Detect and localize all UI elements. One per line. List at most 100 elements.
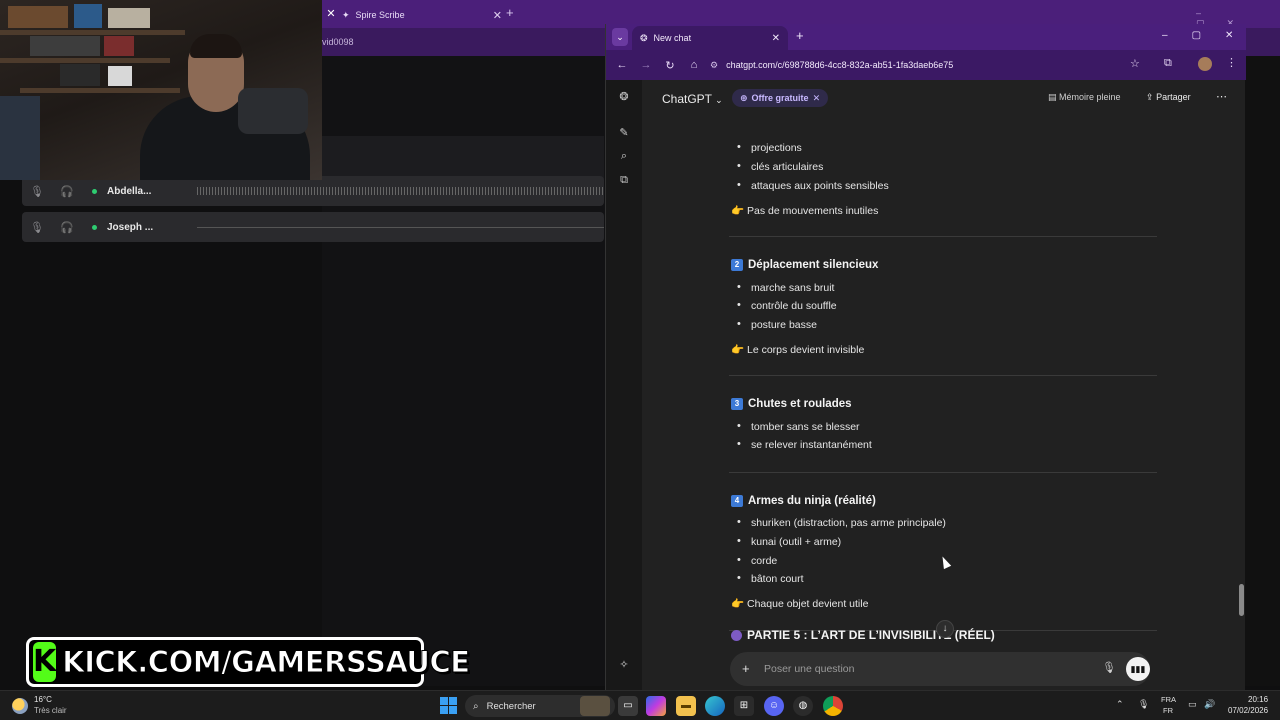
close-icon[interactable]: ✕ xyxy=(1225,30,1233,41)
start-button[interactable] xyxy=(440,697,457,714)
background-tab-close-icon[interactable]: ✕ xyxy=(493,9,502,22)
keycap-number-icon: 3 xyxy=(731,398,743,410)
list-item: clés articulaires xyxy=(737,160,823,173)
maximize-icon[interactable]: ▢ xyxy=(1192,30,1201,41)
webcam-feed xyxy=(0,0,322,180)
tab-close-icon[interactable]: ✕ xyxy=(772,33,780,44)
list-item: tomber sans se blesser xyxy=(737,420,860,433)
note-text: Pas de mouvements inutiles xyxy=(747,205,879,217)
new-chat-icon[interactable]: ✎ xyxy=(616,126,632,142)
list-item: corde xyxy=(737,554,777,567)
openai-logo-icon[interactable]: ❂ xyxy=(616,90,632,106)
scroll-to-bottom-button[interactable]: ↓ xyxy=(936,620,954,638)
divider xyxy=(729,375,1157,376)
chat-message: projections clés articulaires attaques a… xyxy=(642,118,1232,648)
copilot-icon[interactable] xyxy=(646,696,666,716)
scrollbar-thumb[interactable] xyxy=(1239,584,1244,616)
attach-plus-icon[interactable]: + xyxy=(742,661,750,676)
share-label: Partager xyxy=(1156,92,1191,102)
weather-icon[interactable] xyxy=(12,698,28,714)
list-item: posture basse xyxy=(737,318,817,331)
list-item: se relever instantanément xyxy=(737,438,872,451)
microphone-muted-icon[interactable]: 🎙 xyxy=(22,221,52,234)
openai-icon: ❂ xyxy=(640,32,648,43)
chat-input-field[interactable]: Poser une question xyxy=(764,663,854,675)
voice-participant-row[interactable]: 🎙 🎧 Abdella... xyxy=(22,176,604,206)
divider xyxy=(729,236,1157,237)
background-tab[interactable]: ✦ Spire Scribe ✕ xyxy=(342,4,502,26)
tab-new-chat[interactable]: ❂ New chat ✕ xyxy=(632,26,788,50)
discord-icon[interactable]: ☺ xyxy=(764,696,784,716)
library-icon[interactable]: ⧉ xyxy=(616,174,632,190)
microphone-tray-icon[interactable]: 🎙 xyxy=(1138,699,1149,710)
sparkle-icon[interactable]: ✧ xyxy=(616,658,632,674)
forward-icon[interactable]: → xyxy=(634,59,658,71)
audio-waveform xyxy=(197,226,604,228)
show-hidden-icons[interactable]: ⌃ xyxy=(1116,699,1124,710)
pointing-hand-icon: 👉 xyxy=(731,205,745,217)
dictate-mic-icon[interactable]: 🎙 xyxy=(1102,661,1116,674)
browser-menu-icon[interactable]: ⋮ xyxy=(1226,56,1237,69)
chrome-icon[interactable] xyxy=(823,696,843,716)
address-bar[interactable]: ⚙ chatgpt.com/c/698788d6-4cc8-832a-ab51-… xyxy=(710,55,1142,75)
back-icon[interactable]: ← xyxy=(610,59,634,71)
home-icon[interactable]: ⌂ xyxy=(682,59,706,71)
voice-mode-button[interactable]: ▮▮▮ xyxy=(1126,657,1150,681)
volume-icon[interactable]: 🔊 xyxy=(1204,699,1215,710)
input-language[interactable]: FRA xyxy=(1161,695,1176,704)
weather-description[interactable]: Très clair xyxy=(34,706,67,715)
note-line: 👉 Le corps devient invisible xyxy=(731,343,864,356)
background-close-icon[interactable]: ✕ xyxy=(322,4,340,24)
keyboard-layout[interactable]: FR xyxy=(1163,706,1173,715)
memory-full-indicator[interactable]: ▤ Mémoire pleine xyxy=(1048,92,1121,103)
background-new-tab-icon[interactable]: + xyxy=(506,5,514,20)
keycap-number-icon: 4 xyxy=(731,495,743,507)
reload-icon[interactable]: ↻ xyxy=(658,59,682,72)
obs-icon[interactable]: ◍ xyxy=(793,696,813,716)
more-options-icon[interactable]: ⋯ xyxy=(1216,90,1227,103)
new-tab-icon[interactable]: + xyxy=(796,28,804,43)
clock-date[interactable]: 07/02/2026 xyxy=(1228,706,1268,715)
scrollbar[interactable] xyxy=(1236,80,1246,690)
section-title: Armes du ninja (réalité) xyxy=(748,495,876,507)
profile-avatar[interactable] xyxy=(1198,57,1212,71)
free-offer-badge[interactable]: ⊕ Offre gratuite ✕ xyxy=(732,89,829,107)
task-view-icon[interactable]: ▭ xyxy=(618,696,638,716)
memory-label: Mémoire pleine xyxy=(1059,92,1121,102)
model-selector[interactable]: ChatGPT ⌄ xyxy=(662,92,723,106)
offer-label: Offre gratuite xyxy=(751,93,809,103)
search-icon[interactable]: ⌕ xyxy=(616,150,632,166)
offer-close-icon[interactable]: ✕ xyxy=(813,93,821,104)
search-placeholder: Rechercher xyxy=(486,700,536,712)
headphones-icon[interactable]: 🎧 xyxy=(52,221,82,234)
site-info-icon[interactable]: ⚙ xyxy=(710,60,718,71)
divider xyxy=(729,472,1157,473)
search-highlight-icon[interactable] xyxy=(580,696,610,716)
extensions-icon[interactable]: ⧉ xyxy=(1164,57,1172,70)
list-item: bâton court xyxy=(737,572,803,585)
clock-time[interactable]: 20:16 xyxy=(1248,695,1268,704)
minimize-icon[interactable]: – xyxy=(1162,30,1168,41)
online-status-dot xyxy=(92,224,97,230)
tab-search-icon[interactable]: ⌄ xyxy=(612,28,628,46)
chatgpt-sidebar: ❂ ✎ ⌕ ⧉ ✧ xyxy=(606,80,642,690)
microphone-icon[interactable]: 🎙 xyxy=(22,185,52,198)
bookmark-star-icon[interactable]: ☆ xyxy=(1130,57,1140,70)
background-tab-title: Spire Scribe xyxy=(355,10,405,20)
background-url-fragment: vid0098 xyxy=(322,37,354,47)
windows-taskbar: 16°C Très clair ⌕ Rechercher ▭ ▬ ⊞ ☺ ◍ ⌃… xyxy=(0,690,1280,720)
network-icon[interactable]: ▭ xyxy=(1188,699,1197,710)
list-item: shuriken (distraction, pas arme principa… xyxy=(737,516,946,529)
weather-temperature[interactable]: 16°C xyxy=(34,695,52,704)
store-icon[interactable]: ⊞ xyxy=(734,696,754,716)
pointing-hand-icon: 👉 xyxy=(731,598,745,610)
chat-input-box[interactable]: + Poser une question 🎙 ▮▮▮ xyxy=(730,652,1150,686)
share-button[interactable]: ⇪ Partager xyxy=(1146,92,1191,103)
edge-icon[interactable] xyxy=(705,696,725,716)
section-heading: 2 Déplacement silencieux xyxy=(731,259,878,271)
voice-participant-row[interactable]: 🎙 🎧 Joseph ... xyxy=(22,212,604,242)
gift-icon: ⊕ xyxy=(740,92,748,103)
headphones-icon[interactable]: 🎧 xyxy=(52,185,82,198)
kick-banner: K KICK.COM/GAMERSSAUCE xyxy=(26,637,471,687)
file-explorer-icon[interactable]: ▬ xyxy=(676,696,696,716)
